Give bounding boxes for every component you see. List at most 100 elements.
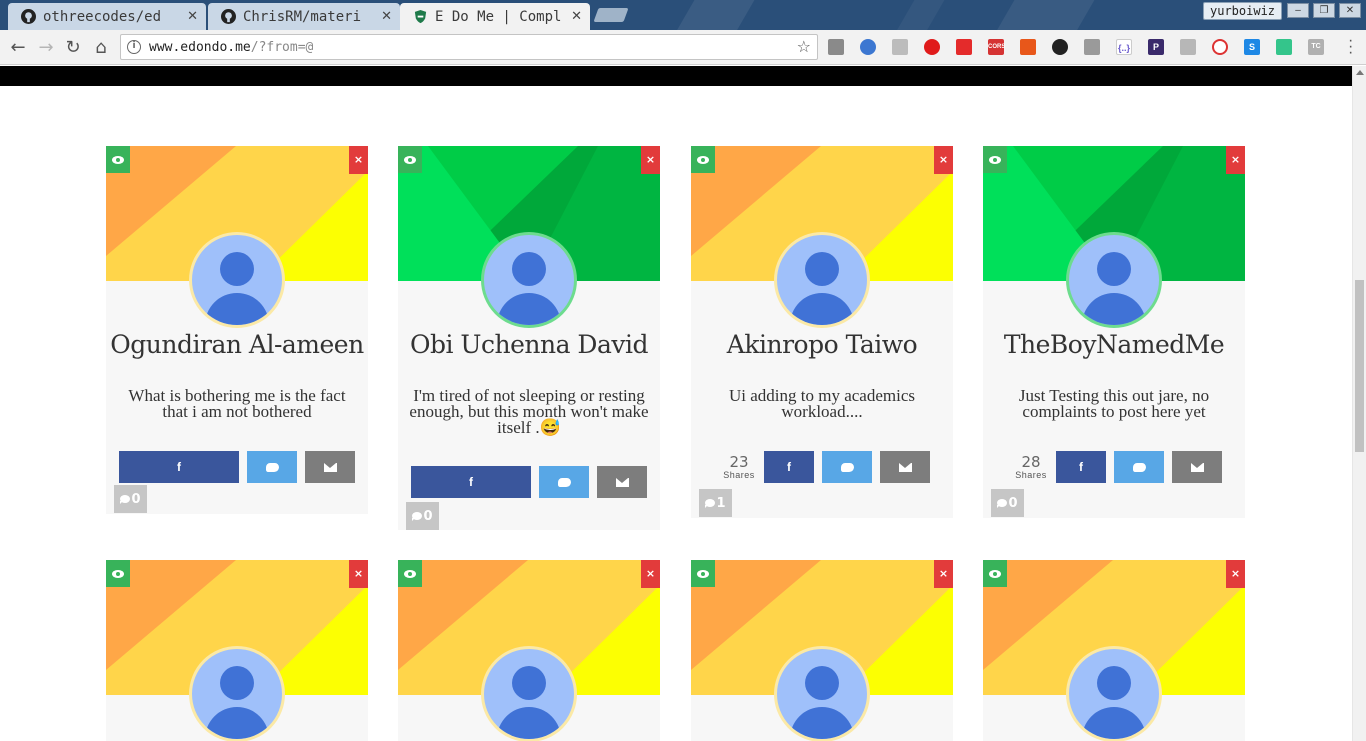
github-icon	[20, 9, 36, 25]
extension-p-icon[interactable]: P	[1148, 39, 1164, 55]
view-icon[interactable]	[106, 146, 130, 173]
email-icon	[615, 477, 629, 487]
tab-close-icon[interactable]: ✕	[187, 9, 198, 24]
browser-tab-2[interactable]: ChrisRM/materi ✕	[208, 3, 400, 30]
post-card: × Akinropo Taiwo Ui adding to my academics…	[691, 146, 953, 518]
delete-button[interactable]: ×	[349, 146, 368, 174]
tab-close-icon[interactable]: ✕	[571, 9, 582, 24]
email-share-button[interactable]	[597, 466, 647, 498]
delete-button[interactable]: ×	[1226, 560, 1245, 588]
extension-gear-icon[interactable]	[1084, 39, 1100, 55]
back-icon[interactable]: ←	[6, 36, 30, 60]
page-content: × Ogundiran Al-ameen What is bothering me …	[0, 66, 1352, 741]
author-name: TheBoyNamedMe	[1003, 330, 1225, 359]
avatar	[189, 232, 285, 328]
bookmark-star-icon[interactable]: ☆	[797, 37, 811, 56]
view-icon[interactable]	[691, 146, 715, 173]
delete-button[interactable]: ×	[641, 560, 660, 588]
avatar	[1066, 232, 1162, 328]
extension-dark-icon[interactable]	[1052, 39, 1068, 55]
tab-title: E Do Me | Compl	[435, 8, 562, 25]
delete-button[interactable]: ×	[349, 560, 368, 588]
tab-title: ChrisRM/materi	[243, 8, 362, 25]
block-icon[interactable]	[1212, 39, 1228, 55]
post-card: × Ogundiran Al-ameen What is bothering me …	[106, 146, 368, 514]
twitter-share-button[interactable]	[539, 466, 589, 498]
profile-button[interactable]: yurboiwiz	[1203, 2, 1283, 20]
view-icon[interactable]	[106, 560, 130, 587]
delete-button[interactable]: ×	[934, 560, 953, 588]
browser-tab-1[interactable]: othreecodes/ed ✕	[8, 3, 206, 30]
flipboard-icon[interactable]	[956, 39, 972, 55]
extension-shield-icon[interactable]	[828, 39, 844, 55]
tab-close-icon[interactable]: ✕	[381, 9, 392, 24]
facebook-share-button[interactable]: f	[119, 451, 239, 483]
facebook-share-button[interactable]: f	[411, 466, 531, 498]
email-share-button[interactable]	[305, 451, 355, 483]
minimize-button[interactable]: –	[1287, 3, 1309, 18]
new-tab-button[interactable]	[593, 8, 629, 22]
address-bar[interactable]: i www.edondo.me/?from=@ ☆	[120, 34, 818, 60]
email-icon	[323, 462, 337, 472]
comment-count[interactable]: 0	[991, 489, 1024, 517]
twitter-share-button[interactable]	[1114, 451, 1164, 483]
browser-tab-active[interactable]: E Do Me | Compl ✕	[400, 3, 590, 30]
post-card: ×	[106, 560, 368, 741]
scrollbar-thumb[interactable]	[1355, 280, 1364, 452]
extension-cube-icon[interactable]	[892, 39, 908, 55]
author-name: Akinropo Taiwo	[726, 330, 918, 359]
office-icon[interactable]	[1020, 39, 1036, 55]
twitter-share-button[interactable]	[822, 451, 872, 483]
twitter-icon	[840, 462, 854, 472]
close-window-button[interactable]: ✕	[1339, 3, 1361, 18]
extension-tc-icon[interactable]: TC	[1308, 39, 1324, 55]
extension-s-icon[interactable]: S	[1244, 39, 1260, 55]
twitter-icon	[1132, 462, 1146, 472]
page-scrollbar[interactable]	[1352, 66, 1366, 741]
view-icon[interactable]	[398, 560, 422, 587]
menu-icon[interactable]: · · ·	[1348, 33, 1354, 61]
scroll-up-icon[interactable]	[1356, 70, 1364, 75]
extension-search-icon[interactable]	[1180, 39, 1196, 55]
view-icon[interactable]	[691, 560, 715, 587]
comment-count[interactable]: 1	[699, 489, 732, 517]
twitter-share-button[interactable]	[247, 451, 297, 483]
avatar	[189, 646, 285, 741]
facebook-share-button[interactable]: f	[764, 451, 814, 483]
forward-icon[interactable]: →	[34, 36, 58, 60]
info-icon[interactable]: i	[127, 40, 141, 54]
tab-title: othreecodes/ed	[43, 8, 162, 25]
delete-button[interactable]: ×	[641, 146, 660, 174]
author-name: Ogundiran Al-ameen	[110, 330, 364, 359]
extension-green-icon[interactable]	[1276, 39, 1292, 55]
comment-count[interactable]: 0	[406, 502, 439, 530]
home-icon[interactable]: ⌂	[89, 36, 113, 60]
facebook-share-button[interactable]: f	[1056, 451, 1106, 483]
cors-icon[interactable]: CORS	[988, 39, 1005, 55]
post-card: ×	[398, 560, 660, 741]
view-icon[interactable]	[983, 146, 1007, 173]
post-card: ×	[983, 560, 1245, 741]
reload-icon[interactable]: ↻	[61, 36, 85, 60]
share-count: 28 Shares	[1015, 453, 1047, 481]
view-icon[interactable]	[398, 146, 422, 173]
email-share-button[interactable]	[880, 451, 930, 483]
restore-button[interactable]: ❐	[1313, 3, 1335, 18]
post-card: × Obi Uchenna David I'm tired of not sleep…	[398, 146, 660, 530]
opera-icon[interactable]	[924, 39, 940, 55]
view-icon[interactable]	[983, 560, 1007, 587]
url-host: www.edondo.me	[149, 39, 251, 55]
post-card: ×	[691, 560, 953, 741]
delete-button[interactable]: ×	[934, 146, 953, 174]
facebook-icon: f	[1079, 460, 1083, 474]
post-message: Just Testing this out jare, no complaint…	[1018, 386, 1210, 421]
comment-count[interactable]: 0	[114, 485, 147, 513]
email-share-button[interactable]	[1172, 451, 1222, 483]
facebook-icon: f	[787, 460, 791, 474]
json-icon[interactable]: {..}	[1116, 39, 1132, 55]
share-count: 23 Shares	[723, 453, 755, 481]
browser-toolbar: ← → ↻ ⌂ i www.edondo.me/?from=@ ☆ CORS {…	[0, 30, 1366, 65]
post-card: × TheBoyNamedMe Just Testing this out jare…	[983, 146, 1245, 518]
delete-button[interactable]: ×	[1226, 146, 1245, 174]
extension-globe-icon[interactable]	[860, 39, 876, 55]
